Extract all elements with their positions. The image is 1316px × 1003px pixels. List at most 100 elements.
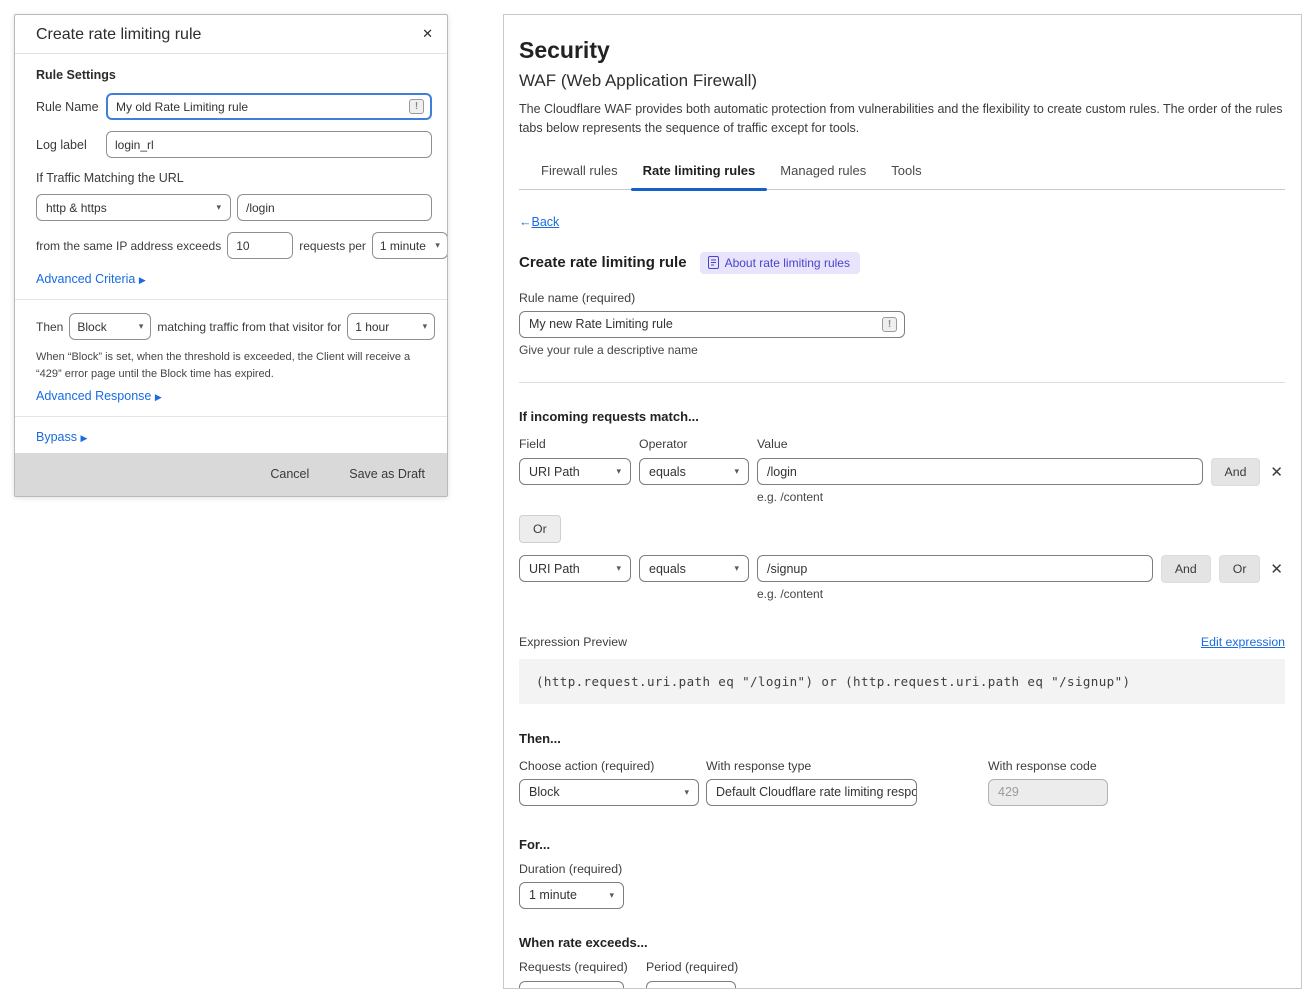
rule-name-label: Rule Name xyxy=(36,100,100,114)
then-label: Then xyxy=(36,320,63,334)
operator-select[interactable]: equals ▾ xyxy=(639,555,749,582)
document-icon xyxy=(708,256,719,269)
and-button[interactable]: And xyxy=(1211,458,1261,486)
dialog-header: Create rate limiting rule ✕ xyxy=(15,15,447,54)
rule-name-input[interactable] xyxy=(519,311,905,338)
period-select[interactable]: 1 minute ▾ xyxy=(646,981,736,989)
page-subtitle: WAF (Web Application Firewall) xyxy=(519,71,1285,91)
field-select[interactable]: URI Path ▾ xyxy=(519,458,631,485)
matching-traffic-text: matching traffic from that visitor for xyxy=(157,320,341,334)
requests-label: Requests (required) xyxy=(519,960,646,974)
arrow-left-icon: ← xyxy=(519,215,532,229)
edit-expression-link[interactable]: Edit expression xyxy=(1201,635,1285,649)
back-link[interactable]: ←Back xyxy=(519,215,559,229)
remove-row-icon[interactable]: ✕ xyxy=(1268,560,1285,578)
chevron-down-icon: ▾ xyxy=(616,563,621,574)
block-note: When “Block” is set, when the threshold … xyxy=(36,349,432,382)
log-label-label: Log label xyxy=(36,138,100,152)
scheme-select[interactable]: http & https ▾ xyxy=(36,194,231,221)
operator-label: Operator xyxy=(639,437,757,451)
tab-tools[interactable]: Tools xyxy=(891,154,921,189)
rule-name-input[interactable] xyxy=(106,93,432,120)
remove-row-icon[interactable]: ✕ xyxy=(1268,463,1285,481)
tab-rate-limiting-rules[interactable]: Rate limiting rules xyxy=(643,154,756,189)
divider xyxy=(15,299,447,300)
save-as-draft-button[interactable]: Save as Draft xyxy=(349,467,425,481)
expression-code: (http.request.uri.path eq "/login") or (… xyxy=(519,659,1285,704)
and-button[interactable]: And xyxy=(1161,555,1211,583)
form-title: Create rate limiting rule xyxy=(519,254,687,271)
cancel-button[interactable]: Cancel xyxy=(270,467,309,481)
match-heading: If incoming requests match... xyxy=(519,409,1285,424)
dialog-footer: Cancel Save as Draft xyxy=(15,453,447,496)
value-helper: e.g. /content xyxy=(757,490,1285,504)
period-label: Period (required) xyxy=(646,960,738,974)
chevron-down-icon: ▾ xyxy=(423,321,428,332)
period-select[interactable]: 1 minute ▾ xyxy=(372,232,447,259)
match-row: URI Path ▾ equals ▾ And ✕ xyxy=(519,458,1285,486)
dialog-body: Rule Settings Rule Name ! Log label If T… xyxy=(15,54,447,453)
tab-firewall-rules[interactable]: Firewall rules xyxy=(541,154,618,189)
chevron-down-icon: ▾ xyxy=(435,240,440,251)
legacy-rate-limiting-dialog: Create rate limiting rule ✕ Rule Setting… xyxy=(14,14,448,497)
url-pattern-input[interactable] xyxy=(237,194,432,221)
chevron-down-icon: ▾ xyxy=(734,466,739,477)
security-waf-panel: Security WAF (Web Application Firewall) … xyxy=(503,14,1302,989)
value-input[interactable] xyxy=(757,458,1203,485)
page-title: Security xyxy=(519,37,1285,64)
or-button[interactable]: Or xyxy=(1219,555,1261,583)
page-description: The Cloudflare WAF provides both automat… xyxy=(519,100,1285,139)
or-connector-button[interactable]: Or xyxy=(519,515,561,543)
chevron-down-icon: ▾ xyxy=(139,321,144,332)
triangle-right-icon: ▶ xyxy=(139,275,146,285)
then-heading: Then... xyxy=(519,731,1285,746)
chevron-down-icon: ▾ xyxy=(609,890,614,901)
chevron-down-icon: ▾ xyxy=(684,787,689,798)
rule-settings-heading: Rule Settings xyxy=(36,68,432,82)
triangle-right-icon: ▶ xyxy=(80,433,87,443)
autofill-extension-icon[interactable]: ! xyxy=(882,317,897,332)
close-icon[interactable]: ✕ xyxy=(422,26,433,42)
response-type-select[interactable]: Default Cloudflare rate limiting respons… xyxy=(706,779,917,806)
choose-action-label: Choose action (required) xyxy=(519,759,706,773)
divider xyxy=(519,382,1285,383)
duration-label: Duration (required) xyxy=(519,862,1285,876)
value-helper: e.g. /content xyxy=(757,587,1285,601)
rule-name-helper: Give your rule a descriptive name xyxy=(519,343,1285,357)
advanced-response-link[interactable]: Advanced Response ▶ xyxy=(36,389,432,403)
dialog-title: Create rate limiting rule xyxy=(36,26,201,44)
duration-select[interactable]: 1 minute ▾ xyxy=(519,882,624,909)
response-code-label: With response code xyxy=(988,759,1108,773)
operator-select[interactable]: equals ▾ xyxy=(639,458,749,485)
rate-heading: When rate exceeds... xyxy=(519,935,1285,950)
response-code-input xyxy=(988,779,1108,806)
traffic-matching-heading: If Traffic Matching the URL xyxy=(36,171,432,185)
value-input[interactable] xyxy=(757,555,1153,582)
value-label: Value xyxy=(757,437,788,451)
action-select[interactable]: Block ▾ xyxy=(69,313,151,340)
tab-managed-rules[interactable]: Managed rules xyxy=(780,154,866,189)
exceeds-text: from the same IP address exceeds xyxy=(36,239,221,253)
rule-name-label: Rule name (required) xyxy=(519,291,1285,305)
threshold-input[interactable] xyxy=(227,232,293,259)
triangle-right-icon: ▶ xyxy=(155,392,162,402)
waf-tabs: Firewall rules Rate limiting rules Manag… xyxy=(519,154,1285,190)
ban-duration-select[interactable]: 1 hour ▾ xyxy=(347,313,435,340)
requests-per-text: requests per xyxy=(299,239,366,253)
chevron-down-icon: ▾ xyxy=(734,563,739,574)
response-type-label: With response type xyxy=(706,759,988,773)
chevron-down-icon: ▾ xyxy=(616,466,621,477)
about-rate-limiting-link[interactable]: About rate limiting rules xyxy=(700,252,860,274)
field-select[interactable]: URI Path ▾ xyxy=(519,555,631,582)
advanced-criteria-link[interactable]: Advanced Criteria ▶ xyxy=(36,272,432,286)
expression-preview-label: Expression Preview xyxy=(519,635,627,649)
autofill-extension-icon[interactable]: ! xyxy=(409,99,424,114)
log-label-input[interactable] xyxy=(106,131,432,158)
action-select[interactable]: Block ▾ xyxy=(519,779,699,806)
match-row: URI Path ▾ equals ▾ And Or ✕ xyxy=(519,555,1285,583)
chevron-down-icon: ▾ xyxy=(216,202,221,213)
bypass-link[interactable]: Bypass ▶ xyxy=(36,430,432,444)
field-label: Field xyxy=(519,437,639,451)
divider xyxy=(15,416,447,417)
requests-input[interactable] xyxy=(519,981,624,989)
